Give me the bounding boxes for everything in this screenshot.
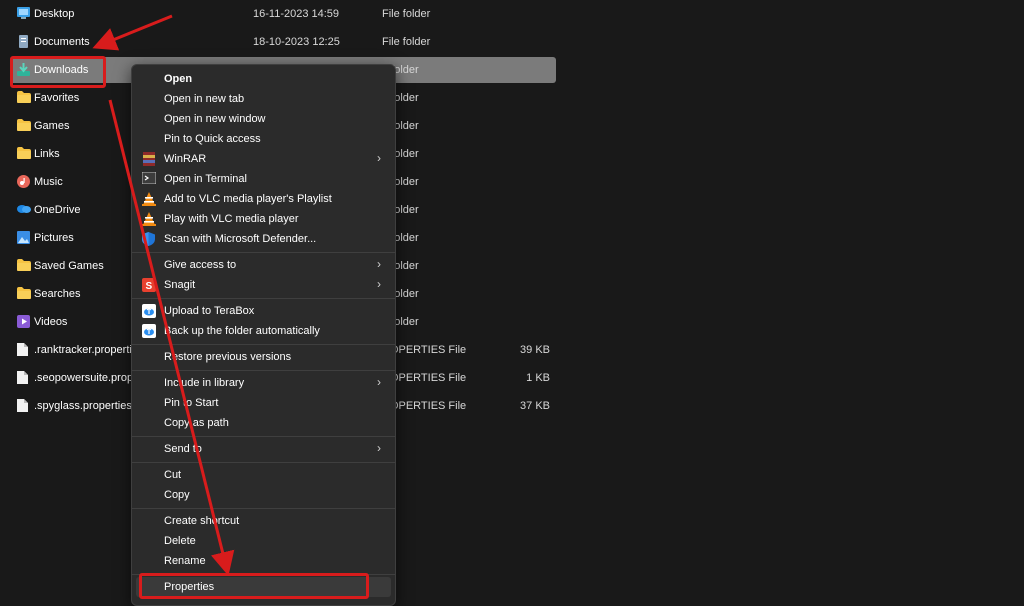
annotation-arrows — [92, 14, 235, 576]
arrow-to-properties — [108, 99, 235, 576]
arrow-to-documents — [92, 14, 173, 51]
